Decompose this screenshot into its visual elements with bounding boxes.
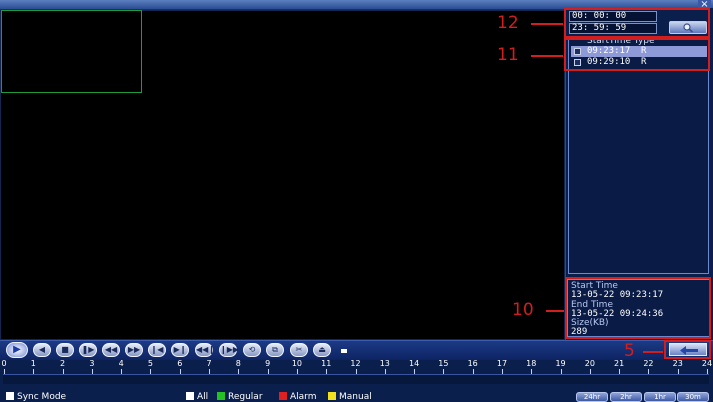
zoom-30m-button[interactable]: 30m <box>677 392 709 402</box>
backup-button[interactable]: ⏏ <box>313 343 331 357</box>
timeline-hour-label: 21 <box>614 359 625 368</box>
annotation-label-12: 12 <box>497 13 519 33</box>
annotation-box-11 <box>564 38 710 71</box>
timeline-hour-label: 7 <box>206 359 212 368</box>
sync-mode-checkbox[interactable] <box>6 392 14 400</box>
timeline-hour-label: 24 <box>701 359 713 368</box>
timeline-hour-label: 9 <box>265 359 271 368</box>
sync-mode-toggle[interactable]: Sync Mode <box>6 392 66 402</box>
zoom-2hr-button[interactable]: 2hr <box>610 392 642 402</box>
timeline-hour-label: 14 <box>408 359 420 368</box>
fullscreen-button[interactable]: ⧉ <box>266 343 284 357</box>
timeline[interactable]: 0 1 2 3 4 5 6 7 8 9 10 11 12 13 14 15 16 17 18 19 20 21 22 23 24 <box>0 360 713 390</box>
loop-button[interactable]: ⟲ <box>243 343 261 357</box>
timeline-hour-label: 22 <box>643 359 654 368</box>
sync-mode-label: Sync Mode <box>17 392 67 402</box>
legend-all[interactable]: All <box>186 392 208 402</box>
timeline-hour-label: 17 <box>496 359 508 368</box>
timeline-hour-label: 0 <box>1 359 7 368</box>
legend-manual[interactable]: Manual <box>328 392 372 402</box>
timeline-hour-label: 2 <box>60 359 66 368</box>
timeline-hour-label: 19 <box>555 359 566 368</box>
annotation-line-5 <box>643 351 663 353</box>
annotation-line-12 <box>531 23 563 25</box>
annotation-label-11: 11 <box>497 45 519 65</box>
record-file-list[interactable]: StartTime Type 09:23:17 R 09:29:10 R <box>568 36 709 274</box>
play-button[interactable]: ▶ <box>6 342 28 358</box>
annotation-box-5 <box>664 340 711 359</box>
legend-swatch <box>328 392 336 400</box>
timeline-hour-label: 18 <box>526 359 537 368</box>
reverse-button[interactable]: ◀ <box>33 343 51 357</box>
prev-frame-button[interactable]: ❙◀ <box>148 343 166 357</box>
annotation-box-10 <box>565 277 711 339</box>
annotation-label-10: 10 <box>512 300 534 320</box>
timeline-hour-label: 15 <box>438 359 449 368</box>
next-file-button[interactable]: ❙▶▶ <box>219 343 239 357</box>
legend-label: Alarm <box>290 392 317 402</box>
timeline-hour-label: 13 <box>379 359 390 368</box>
timeline-hour-label: 8 <box>235 359 241 368</box>
timeline-track[interactable] <box>3 374 709 384</box>
timeline-hour-label: 1 <box>30 359 36 368</box>
timeline-hour-label: 5 <box>147 359 153 368</box>
legend-regular[interactable]: Regular <box>217 392 263 402</box>
pause-button[interactable]: ❚▶ <box>79 343 97 357</box>
timeline-hour-label: 10 <box>291 359 302 368</box>
speed-indicator <box>341 349 347 353</box>
timeline-hour-label: 4 <box>118 359 124 368</box>
clip-button[interactable]: ✂ <box>290 343 308 357</box>
legend-swatch <box>217 392 225 400</box>
timeline-hour-label: 6 <box>177 359 183 368</box>
timeline-hour-label: 3 <box>89 359 95 368</box>
channel-window[interactable] <box>1 10 142 93</box>
timeline-hour-label: 12 <box>350 359 361 368</box>
legend-swatch <box>186 392 194 400</box>
legend-label: All <box>197 392 209 402</box>
zoom-1hr-button[interactable]: 1hr <box>644 392 676 402</box>
zoom-24hr-button[interactable]: 24hr <box>576 392 608 402</box>
fast-button[interactable]: ▶▶ <box>125 343 143 357</box>
stop-button[interactable]: ■ <box>56 343 74 357</box>
legend-swatch <box>279 392 287 400</box>
next-frame-button[interactable]: ▶❙ <box>171 343 189 357</box>
timeline-hour-label: 16 <box>467 359 478 368</box>
timeline-hour-label: 23 <box>672 359 683 368</box>
annotation-label-5: 5 <box>624 341 635 361</box>
legend-alarm[interactable]: Alarm <box>279 392 316 402</box>
legend-label: Regular <box>228 392 263 402</box>
prev-file-button[interactable]: ◀◀❙ <box>195 343 215 357</box>
legend-label: Manual <box>339 392 372 402</box>
timeline-hour-label: 11 <box>321 359 332 368</box>
annotation-line-11 <box>531 55 563 57</box>
annotation-line-10 <box>546 310 564 312</box>
slow-button[interactable]: ◀◀ <box>102 343 120 357</box>
timeline-hour-label: 20 <box>584 359 595 368</box>
annotation-box-12 <box>564 8 710 38</box>
